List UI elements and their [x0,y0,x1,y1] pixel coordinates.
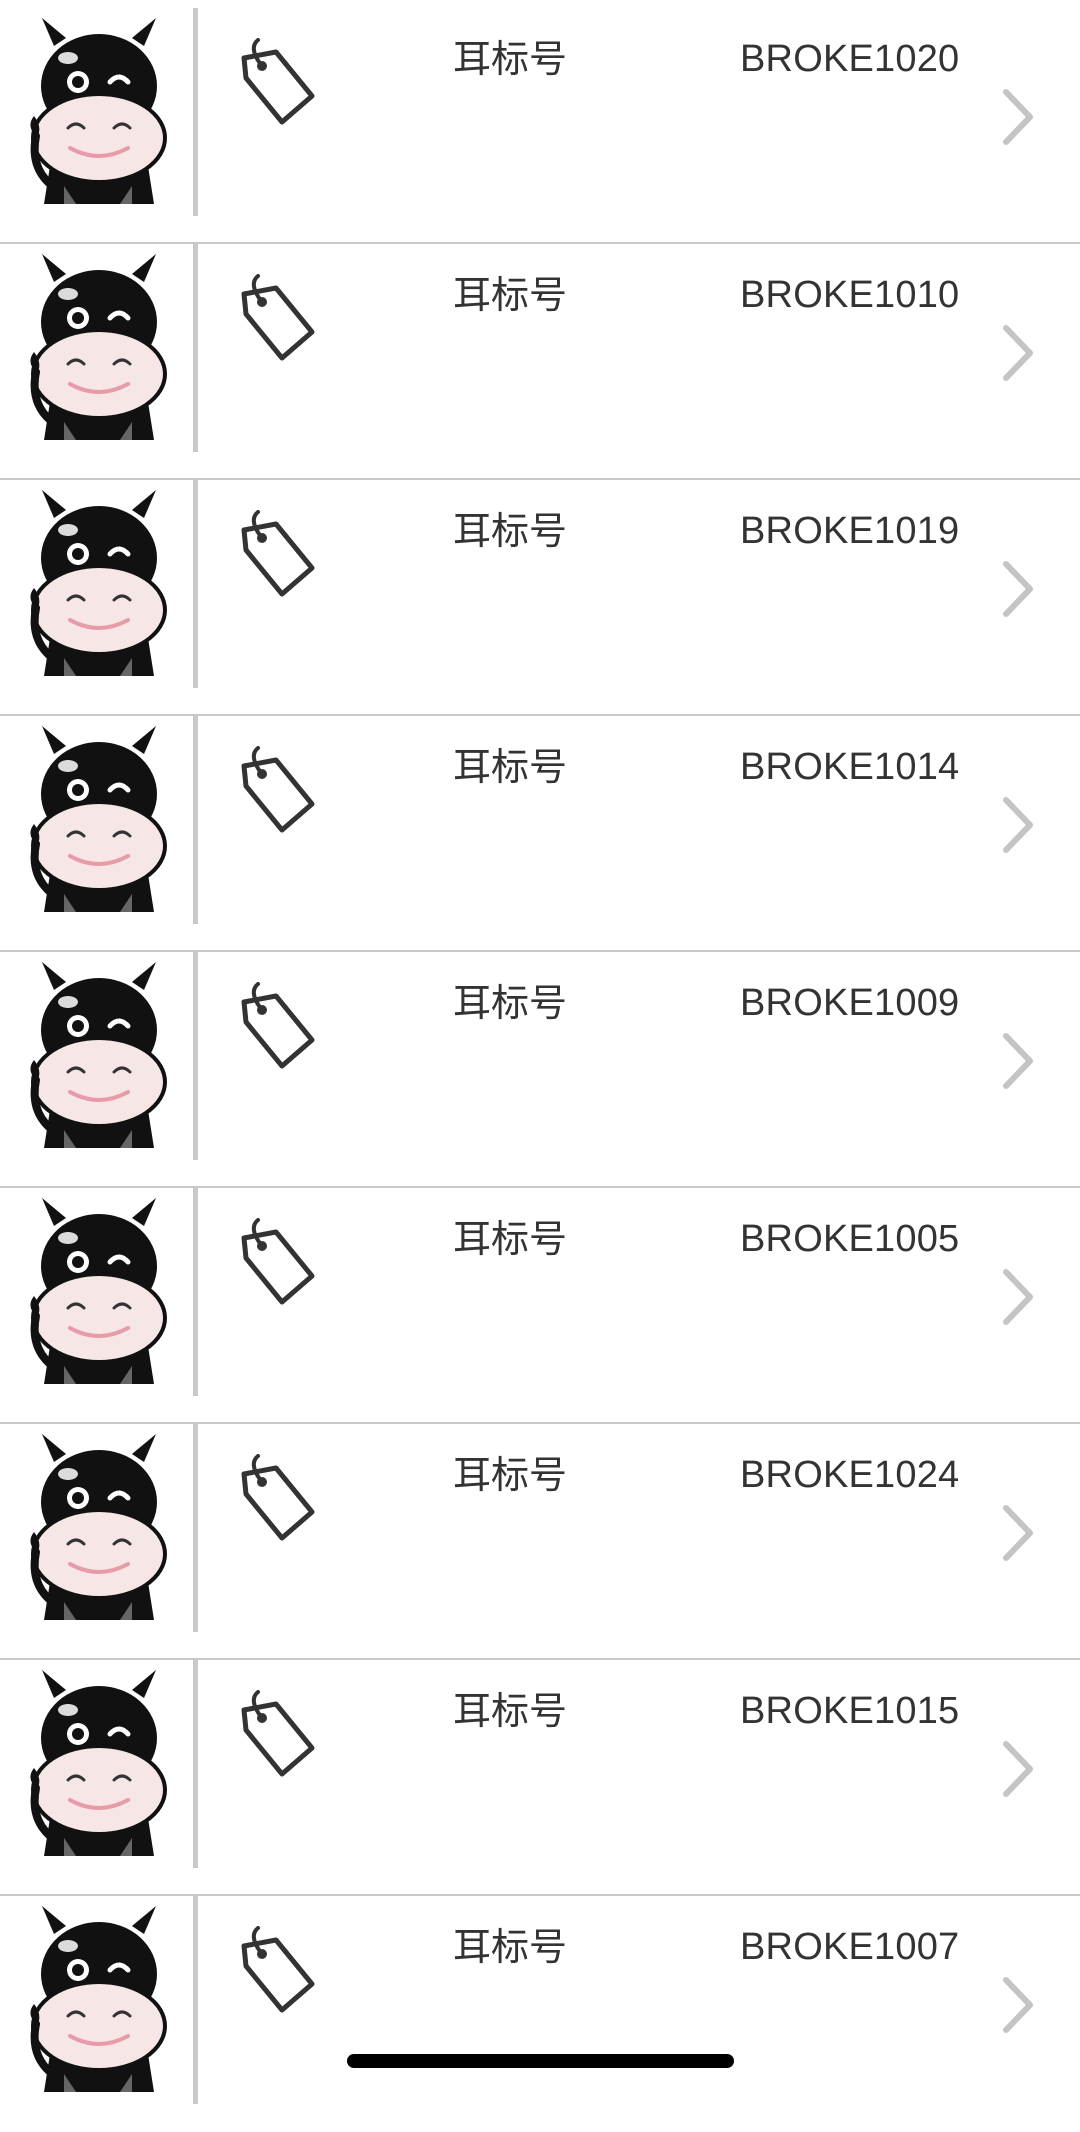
ear-tag-label: 耳标号 [453,1925,568,1969]
tag-icon [241,746,315,833]
ear-tag-label: 耳标号 [453,37,568,81]
tag-icon [241,274,315,361]
vertical-divider [193,480,198,688]
tag-icon [241,510,315,597]
chevron-right-icon[interactable] [998,1974,1038,2036]
cow-avatar-icon [30,726,167,912]
list-item[interactable]: 耳标号 BROKE1019 [0,480,1080,716]
ear-tag-label: 耳标号 [453,1453,568,1497]
vertical-divider [193,8,198,216]
ear-tag-label: 耳标号 [453,273,568,317]
home-indicator[interactable] [347,2054,734,2068]
ear-tag-label: 耳标号 [453,745,568,789]
vertical-divider [193,1660,198,1868]
cattle-list: 耳标号 BROKE1020 耳标号 BROKE1010 耳标号 BROKE101… [0,8,1080,2132]
chevron-right-icon[interactable] [998,1030,1038,1092]
vertical-divider [193,716,198,924]
chevron-right-icon[interactable] [998,794,1038,856]
cow-avatar-icon [30,18,167,204]
ear-tag-label: 耳标号 [453,981,568,1025]
tag-icon [241,38,315,125]
vertical-divider [193,952,198,1160]
vertical-divider [193,244,198,452]
list-item[interactable]: 耳标号 BROKE1010 [0,244,1080,480]
vertical-divider [193,1896,198,2104]
ear-tag-value: BROKE1014 [740,746,960,788]
ear-tag-value: BROKE1010 [740,274,960,316]
vertical-divider [193,1424,198,1632]
tag-icon [241,1926,315,2013]
cow-avatar-icon [30,1434,167,1620]
chevron-right-icon[interactable] [998,1266,1038,1328]
list-item[interactable]: 耳标号 BROKE1024 [0,1424,1080,1660]
ear-tag-label: 耳标号 [453,509,568,553]
cow-avatar-icon [30,962,167,1148]
ear-tag-value: BROKE1024 [740,1454,960,1496]
tag-icon [241,1218,315,1305]
ear-tag-value: BROKE1009 [740,982,960,1024]
cow-avatar-icon [30,1906,167,2092]
tag-icon [241,1690,315,1777]
list-item[interactable]: 耳标号 BROKE1014 [0,716,1080,952]
ear-tag-value: BROKE1015 [740,1690,960,1732]
chevron-right-icon[interactable] [998,86,1038,148]
cow-avatar-icon [30,1670,167,1856]
cow-avatar-icon [30,1198,167,1384]
ear-tag-value: BROKE1005 [740,1218,960,1260]
chevron-right-icon[interactable] [998,558,1038,620]
list-item[interactable]: 耳标号 BROKE1005 [0,1188,1080,1424]
list-item[interactable]: 耳标号 BROKE1015 [0,1660,1080,1896]
cow-avatar-icon [30,254,167,440]
cow-avatar-icon [30,490,167,676]
ear-tag-value: BROKE1020 [740,38,960,80]
list-item[interactable]: 耳标号 BROKE1009 [0,952,1080,1188]
ear-tag-value: BROKE1007 [740,1926,960,1968]
tag-icon [241,1454,315,1541]
chevron-right-icon[interactable] [998,322,1038,384]
chevron-right-icon[interactable] [998,1738,1038,1800]
ear-tag-value: BROKE1019 [740,510,960,552]
list-item[interactable]: 耳标号 BROKE1007 [0,1896,1080,2132]
chevron-right-icon[interactable] [998,1502,1038,1564]
ear-tag-label: 耳标号 [453,1689,568,1733]
vertical-divider [193,1188,198,1396]
ear-tag-label: 耳标号 [453,1217,568,1261]
list-item[interactable]: 耳标号 BROKE1020 [0,8,1080,244]
tag-icon [241,982,315,1069]
